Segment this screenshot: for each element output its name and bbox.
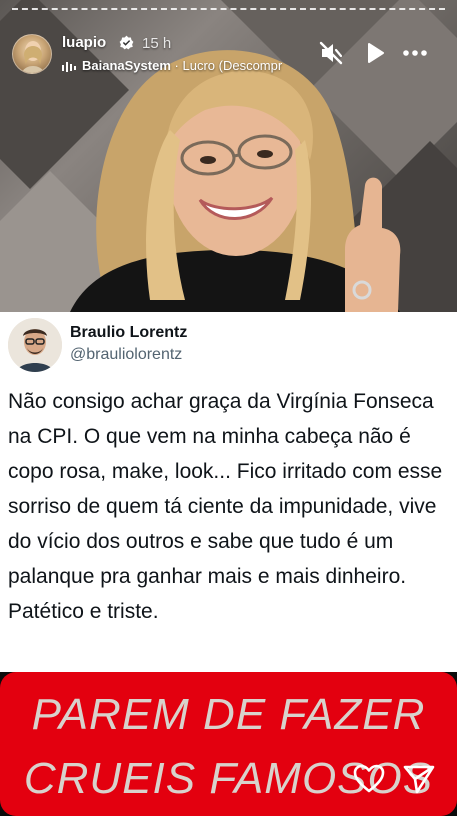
overlay-line-2: CRUEIS FAMOSOS: [23, 754, 434, 803]
music-bars-icon: [62, 61, 76, 72]
story-header: luapio 15 h BaianaSystem · Lucro (Descom…: [12, 30, 445, 80]
profile-avatar[interactable]: [12, 34, 52, 74]
heart-icon[interactable]: [352, 762, 386, 796]
story-time: 15 h: [142, 35, 172, 52]
story-username[interactable]: luapio: [62, 34, 106, 51]
music-artist: BaianaSystem: [82, 58, 171, 73]
send-paper-plane-icon[interactable]: [402, 762, 436, 796]
play-icon[interactable]: [362, 40, 388, 66]
story-music-row[interactable]: BaianaSystem · Lucro (Descompr: [62, 58, 312, 76]
tweet-author-avatar: [8, 318, 62, 372]
muted-speaker-icon[interactable]: [318, 40, 344, 66]
music-track: Lucro (Descompr: [182, 58, 283, 73]
story-viewer[interactable]: luapio 15 h BaianaSystem · Lucro (Descom…: [0, 0, 457, 816]
story-text-overlay: PAREM DE FAZER CRUEIS FAMOSOS: [0, 672, 457, 816]
music-separator: ·: [174, 58, 179, 73]
more-dots-icon[interactable]: [402, 40, 428, 66]
tweet-author-handle: @brauliolorentz: [70, 346, 183, 363]
verified-badge-icon: [119, 35, 134, 50]
tweet-author-name: Braulio Lorentz: [70, 324, 188, 341]
tweet-text: Não consigo achar graça da Virgínia Fons…: [8, 390, 443, 623]
tweet-card: Braulio Lorentz @brauliolorentz Não cons…: [0, 312, 457, 672]
overlay-line-1: PAREM DE FAZER: [31, 690, 426, 739]
story-progress-bar: [12, 8, 445, 11]
